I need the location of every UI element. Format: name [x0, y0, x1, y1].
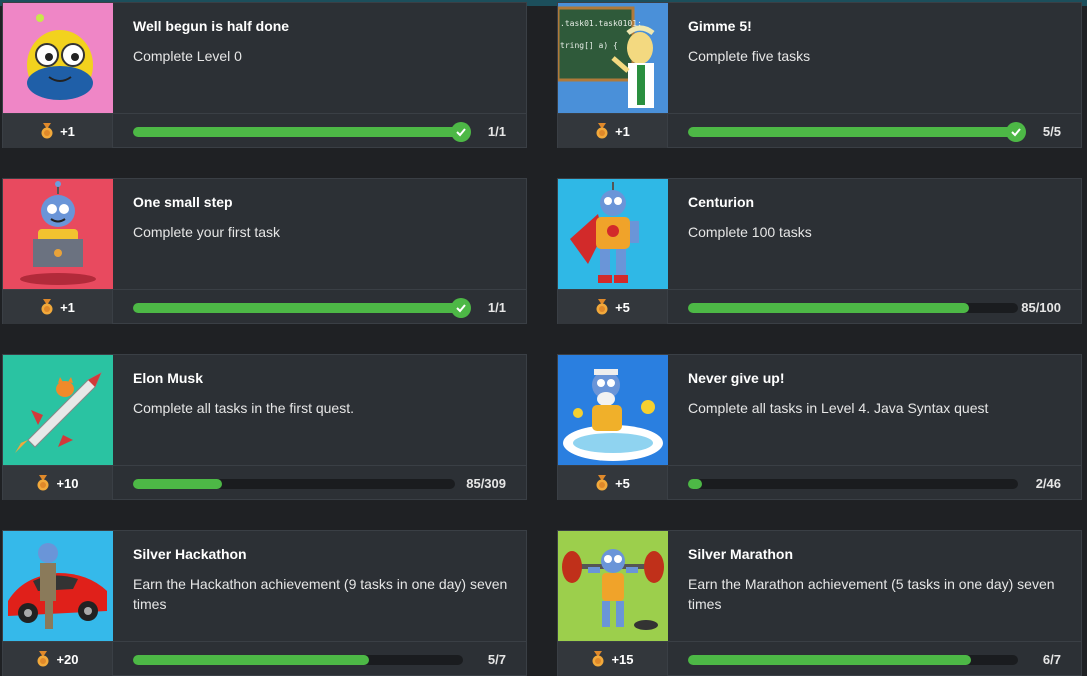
reward-value: +20 — [56, 651, 79, 667]
achievement-card[interactable]: Elon Musk Complete all tasks in the firs… — [2, 354, 527, 500]
achievement-card[interactable]: .task01.task0101; tring[] a) { Gimme 5! … — [557, 2, 1082, 148]
progress-count: 85/100 — [1021, 300, 1061, 315]
achievement-description: Complete five tasks — [688, 48, 811, 64]
medal-icon — [41, 299, 53, 315]
achievement-thumbnail — [3, 355, 113, 465]
medal-icon — [596, 123, 608, 139]
medal-icon — [596, 299, 608, 315]
progress-count: 5/7 — [487, 652, 506, 667]
medal-icon — [37, 475, 49, 491]
cat-rocket-icon — [3, 355, 113, 465]
progress-bar — [688, 479, 1018, 489]
reward-value: +10 — [56, 475, 79, 491]
achievement-thumbnail — [558, 179, 668, 289]
achievement-title: One small step — [133, 194, 233, 210]
progress-bar — [133, 122, 471, 142]
reward-value: +5 — [615, 475, 630, 491]
reward-value: +1 — [615, 123, 630, 139]
achievement-title: Elon Musk — [133, 370, 204, 386]
reward-badge: +5 — [558, 466, 668, 500]
progress-bar — [133, 479, 455, 489]
reward-badge: +1 — [3, 290, 113, 324]
check-icon — [451, 122, 471, 142]
achievement-thumbnail — [558, 531, 668, 641]
progress-bar — [688, 303, 1018, 313]
achievement-thumbnail — [3, 179, 113, 289]
medal-icon — [37, 651, 49, 667]
achievement-card[interactable]: Silver Marathon Earn the Marathon achiev… — [557, 530, 1082, 676]
progress-fill — [133, 479, 222, 489]
medal-icon — [596, 475, 608, 491]
robot-bath-icon — [558, 355, 668, 465]
achievement-title: Gimme 5! — [688, 18, 752, 34]
progress-bar — [133, 298, 471, 318]
superhero-robot-icon — [558, 179, 668, 289]
reward-badge: +20 — [3, 642, 113, 676]
achievement-description: Complete Level 0 — [133, 48, 242, 64]
check-icon — [451, 298, 471, 318]
achievement-description: Earn the Marathon achievement (5 tasks i… — [688, 576, 1055, 612]
progress-fill — [133, 127, 463, 137]
achievement-description: Complete all tasks in Level 4. Java Synt… — [688, 400, 989, 416]
progress-fill — [133, 303, 463, 313]
achievement-title: Silver Hackathon — [133, 546, 247, 562]
achievement-description: Complete your first task — [133, 224, 281, 240]
progress-count: 6/7 — [1042, 652, 1061, 667]
robot-laptop-icon — [3, 179, 113, 289]
progress-count: 1/1 — [487, 300, 506, 315]
achievement-title: Centurion — [688, 194, 755, 210]
reward-value: +1 — [60, 123, 75, 139]
achievement-card[interactable]: Silver Hackathon Earn the Hackathon achi… — [2, 530, 527, 676]
achievement-card[interactable]: Well begun is half done Complete Level 0… — [2, 2, 527, 148]
achievement-title: Silver Marathon — [688, 546, 794, 562]
check-icon — [1006, 122, 1026, 142]
reward-badge: +5 — [558, 290, 668, 324]
robot-sports-car-icon — [3, 531, 113, 641]
progress-count: 85/309 — [466, 476, 506, 491]
progress-bar — [133, 655, 463, 665]
progress-fill — [133, 655, 369, 665]
medal-icon — [41, 123, 53, 139]
progress-count: 5/5 — [1042, 124, 1061, 139]
progress-bar — [688, 122, 1026, 142]
achievement-description: Complete 100 tasks — [688, 224, 812, 240]
reward-value: +5 — [615, 299, 630, 315]
professor-chalkboard-icon: .task01.task0101; tring[] a) { — [558, 3, 668, 113]
achievement-card[interactable]: Never give up! Complete all tasks in Lev… — [557, 354, 1082, 500]
reward-badge: +1 — [558, 114, 668, 148]
goggle-robot-icon — [3, 3, 113, 113]
reward-badge: +15 — [558, 642, 668, 676]
achievement-thumbnail — [3, 531, 113, 641]
progress-count: 2/46 — [1035, 476, 1061, 491]
progress-fill — [688, 303, 969, 313]
achievement-description: Earn the Hackathon achievement (9 tasks … — [133, 576, 508, 612]
achievement-title: Never give up! — [688, 370, 785, 386]
achievement-title: Well begun is half done — [133, 18, 290, 34]
progress-fill — [688, 655, 971, 665]
achievement-thumbnail — [3, 3, 113, 113]
achievement-thumbnail: .task01.task0101; tring[] a) { — [558, 3, 668, 113]
reward-value: +1 — [60, 299, 75, 315]
progress-fill — [688, 479, 702, 489]
achievement-card[interactable]: One small step Complete your first task … — [2, 178, 527, 324]
svg-text:.task01.task0101;: .task01.task0101; — [560, 19, 642, 28]
achievement-thumbnail — [558, 355, 668, 465]
progress-fill — [688, 127, 1018, 137]
svg-text:tring[] a) {: tring[] a) { — [560, 41, 618, 50]
reward-value: +15 — [611, 651, 634, 667]
progress-bar — [688, 655, 1018, 665]
reward-badge: +1 — [3, 114, 113, 148]
medal-icon — [592, 651, 604, 667]
achievement-card[interactable]: Centurion Complete 100 tasks +5 85/100 — [557, 178, 1082, 324]
robot-weightlift-icon — [558, 531, 668, 641]
achievement-description: Complete all tasks in the first quest. — [133, 400, 354, 416]
reward-badge: +10 — [3, 466, 113, 500]
progress-count: 1/1 — [487, 124, 506, 139]
